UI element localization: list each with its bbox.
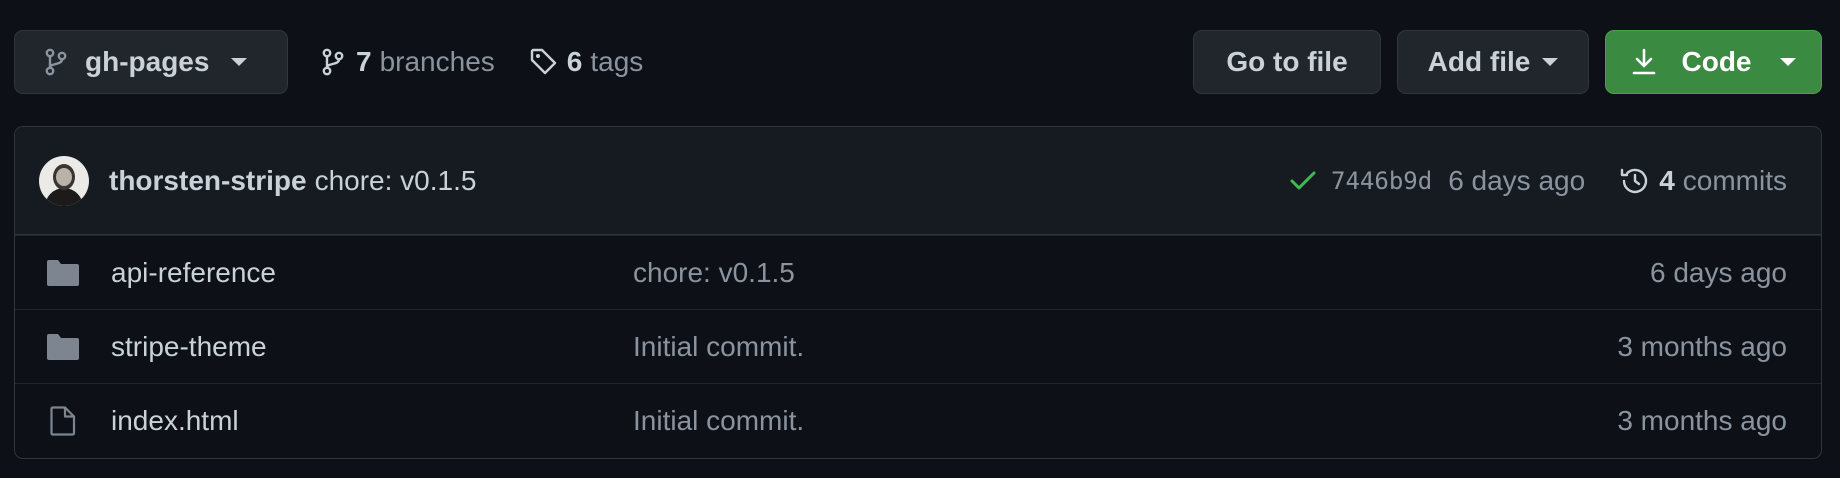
branches-label: branches	[379, 46, 495, 77]
file-time: 3 months ago	[1617, 330, 1787, 362]
git-branch-icon	[322, 48, 344, 76]
tags-count: 6	[566, 46, 583, 77]
download-icon	[1632, 48, 1656, 76]
add-file-label: Add file	[1427, 46, 1531, 77]
file-icon	[45, 405, 81, 436]
file-row[interactable]: stripe-theme Initial commit. 3 months ag…	[15, 309, 1821, 383]
code-label: Code	[1681, 46, 1752, 77]
file-row[interactable]: api-reference chore: v0.1.5 6 days ago	[15, 235, 1821, 309]
file-name-link[interactable]: api-reference	[111, 257, 276, 289]
commit-message-link[interactable]: chore: v0.1.5	[315, 165, 477, 197]
commits-history-link[interactable]: 4 commits	[1619, 165, 1787, 197]
chevron-down-icon	[1542, 58, 1559, 66]
check-icon[interactable]	[1289, 170, 1317, 192]
folder-icon	[45, 259, 81, 287]
tags-label: tags	[590, 46, 644, 77]
branches-link[interactable]: 7 branches	[322, 46, 495, 78]
branch-name: gh-pages	[85, 46, 210, 77]
commits-label: commits	[1682, 164, 1787, 196]
file-name-link[interactable]: stripe-theme	[111, 331, 267, 363]
add-file-button[interactable]: Add file	[1397, 30, 1589, 94]
commits-count: 4	[1659, 164, 1675, 196]
history-icon	[1619, 165, 1651, 197]
go-to-file-button[interactable]: Go to file	[1193, 30, 1381, 94]
chevron-down-icon	[1779, 58, 1796, 66]
file-commit-link[interactable]: Initial commit.	[633, 331, 804, 363]
branches-count: 7	[356, 46, 372, 77]
branch-select-button[interactable]: gh-pages	[14, 30, 288, 94]
code-button[interactable]: Code	[1605, 30, 1822, 94]
commit-author-link[interactable]: thorsten-stripe	[109, 165, 307, 197]
repo-toolbar: gh-pages 7 branches 6 tags Go to file Ad…	[14, 30, 1822, 94]
file-browser: thorsten-stripe chore: v0.1.5 7446b9d 6 …	[14, 126, 1822, 459]
file-commit-link[interactable]: Initial commit.	[633, 405, 804, 437]
file-row[interactable]: index.html Initial commit. 3 months ago	[15, 383, 1821, 457]
git-branch-icon	[45, 48, 67, 76]
file-name-link[interactable]: index.html	[111, 405, 239, 437]
file-commit-link[interactable]: chore: v0.1.5	[633, 257, 795, 289]
tags-link[interactable]: 6 tags	[529, 46, 644, 78]
commit-time: 6 days ago	[1448, 164, 1586, 196]
file-time: 3 months ago	[1617, 404, 1787, 436]
avatar[interactable]	[39, 155, 89, 206]
latest-commit-row: thorsten-stripe chore: v0.1.5 7446b9d 6 …	[15, 127, 1821, 235]
chevron-down-icon	[231, 58, 248, 66]
tag-icon	[529, 47, 559, 77]
commit-sha-link[interactable]: 7446b9d	[1331, 167, 1432, 195]
folder-icon	[45, 333, 81, 361]
file-time: 6 days ago	[1650, 256, 1787, 288]
